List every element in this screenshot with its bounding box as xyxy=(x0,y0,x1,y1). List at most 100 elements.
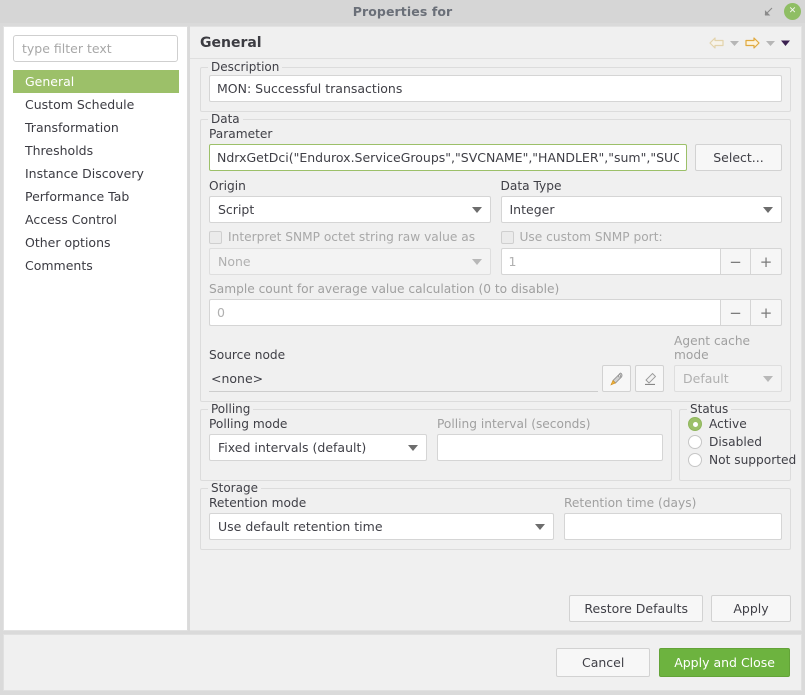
apply-and-close-button[interactable]: Apply and Close xyxy=(659,648,790,677)
dialog-footer: Cancel Apply and Close xyxy=(3,634,802,691)
origin-datatype-row: Origin Script Data Type Integer xyxy=(209,179,782,223)
parameter-row: Select... xyxy=(209,144,782,171)
page-action-buttons: Restore Defaults Apply xyxy=(569,595,791,622)
source-node-input[interactable]: <none> xyxy=(209,365,598,392)
filter-container xyxy=(4,27,187,62)
storage-group: Storage Retention mode Use default reten… xyxy=(200,481,791,550)
chevron-down-icon xyxy=(471,258,482,265)
status-option-disabled[interactable]: Disabled xyxy=(688,435,782,449)
polling-status-row: Polling Polling mode Fixed intervals (de… xyxy=(200,402,796,488)
main-panel: General Description MON: Successful tran… xyxy=(190,26,802,631)
agent-cache-mode-combo[interactable]: Default xyxy=(674,365,782,392)
polling-group-title: Polling xyxy=(208,402,254,416)
chevron-down-icon xyxy=(763,206,773,213)
data-type-value: Integer xyxy=(509,202,555,217)
polling-group: Polling Polling mode Fixed intervals (de… xyxy=(200,402,672,481)
view-menu-chevron-down-icon[interactable] xyxy=(780,39,791,47)
status-option-not-supported[interactable]: Not supported xyxy=(688,453,796,467)
back-arrow-icon[interactable] xyxy=(708,36,725,50)
page-navigation xyxy=(708,36,791,50)
data-group-title: Data xyxy=(208,112,243,126)
sample-count-input[interactable]: 0 xyxy=(209,299,720,326)
filter-input[interactable] xyxy=(13,35,178,62)
title-bar: Properties for xyxy=(0,0,805,23)
status-radio-disabled[interactable] xyxy=(688,435,702,449)
forward-arrow-icon[interactable] xyxy=(744,36,761,50)
sidebar-item-general[interactable]: General xyxy=(13,70,179,93)
chevron-down-icon xyxy=(763,375,773,382)
storage-fields-row: Retention mode Use default retention tim… xyxy=(209,496,782,540)
rocket-select-node-icon[interactable] xyxy=(602,365,631,392)
sidebar-item-custom-schedule[interactable]: Custom Schedule xyxy=(4,93,187,116)
polling-interval-label: Polling interval (seconds) xyxy=(437,417,591,431)
forward-history-chevron-down-icon[interactable] xyxy=(765,39,776,47)
snmp-port-decrement-button[interactable]: − xyxy=(720,248,751,275)
status-group-title: Status xyxy=(687,402,732,416)
sidebar-item-access-control[interactable]: Access Control xyxy=(4,208,187,231)
snmp-octet-format-combo[interactable]: None xyxy=(209,248,491,275)
snmp-values-row: None 1 − + xyxy=(209,248,782,275)
snmp-port-checkbox[interactable] xyxy=(500,230,514,244)
sidebar-item-comments[interactable]: Comments xyxy=(4,254,187,277)
polling-mode-label: Polling mode xyxy=(209,417,288,431)
sample-count-increment-button[interactable]: + xyxy=(751,299,782,326)
parameter-label: Parameter xyxy=(209,127,273,141)
sidebar-item-other-options[interactable]: Other options xyxy=(4,231,187,254)
status-label-active: Active xyxy=(709,417,747,431)
window-controls xyxy=(761,0,801,23)
storage-group-title: Storage xyxy=(208,481,261,495)
polling-mode-value: Fixed intervals (default) xyxy=(218,440,367,455)
snmp-port-checkbox-row[interactable]: Use custom SNMP port: xyxy=(500,230,783,244)
retention-time-input[interactable] xyxy=(564,513,782,540)
snmp-port-increment-button[interactable]: + xyxy=(751,248,782,275)
sidebar-item-performance-tab[interactable]: Performance Tab xyxy=(4,185,187,208)
sidebar-item-instance-discovery[interactable]: Instance Discovery xyxy=(4,162,187,185)
retention-time-label: Retention time (days) xyxy=(564,496,697,510)
sample-count-decrement-button[interactable]: − xyxy=(720,299,751,326)
retention-mode-combo[interactable]: Use default retention time xyxy=(209,513,554,540)
chevron-down-icon xyxy=(408,444,418,451)
origin-combo[interactable]: Script xyxy=(209,196,491,223)
retention-mode-value: Use default retention time xyxy=(218,519,383,534)
agent-cache-mode-value: Default xyxy=(683,371,729,386)
description-group: Description xyxy=(200,60,791,112)
main-header: General xyxy=(190,27,801,59)
back-history-chevron-down-icon[interactable] xyxy=(729,39,740,47)
data-type-label: Data Type xyxy=(500,179,562,193)
origin-value: Script xyxy=(218,202,255,217)
sidebar-item-transformation[interactable]: Transformation xyxy=(4,116,187,139)
snmp-port-input[interactable]: 1 xyxy=(500,248,720,275)
status-option-active[interactable]: Active xyxy=(688,417,782,431)
sidebar-nav-list: General Custom Schedule Transformation T… xyxy=(4,70,187,277)
eraser-clear-icon[interactable] xyxy=(635,365,664,392)
sidebar: General Custom Schedule Transformation T… xyxy=(3,26,188,631)
restore-defaults-button[interactable]: Restore Defaults xyxy=(569,595,703,622)
status-label-not-supported: Not supported xyxy=(709,453,797,467)
snmp-octet-format-value: None xyxy=(218,254,251,269)
data-group: Data Parameter Select... Origin Script xyxy=(200,112,791,402)
parameter-select-button[interactable]: Select... xyxy=(695,144,782,171)
status-label-disabled: Disabled xyxy=(709,435,762,449)
sample-count-spinner: 0 − + xyxy=(209,299,782,326)
snmp-octet-checkbox[interactable] xyxy=(209,230,222,244)
snmp-octet-checkbox-row[interactable]: Interpret SNMP octet string raw value as xyxy=(209,230,491,244)
status-group: Status Active Disabled Not supported xyxy=(679,402,796,481)
agent-cache-mode-label: Agent cache mode xyxy=(674,334,751,362)
description-input[interactable] xyxy=(209,75,782,102)
snmp-port-label: Use custom SNMP port: xyxy=(519,230,663,244)
snmp-port-spinner: 1 − + xyxy=(500,248,782,275)
polling-interval-input[interactable] xyxy=(437,434,663,461)
polling-fields-row: Polling mode Fixed intervals (default) P… xyxy=(209,417,663,461)
cancel-button[interactable]: Cancel xyxy=(556,648,651,677)
source-node-label: Source node xyxy=(209,348,286,362)
chevron-down-icon xyxy=(471,206,482,213)
data-type-combo[interactable]: Integer xyxy=(500,196,782,223)
polling-mode-combo[interactable]: Fixed intervals (default) xyxy=(209,434,427,461)
parameter-input[interactable] xyxy=(209,144,687,171)
restore-window-icon[interactable] xyxy=(761,5,775,19)
apply-button[interactable]: Apply xyxy=(711,595,791,622)
status-radio-active[interactable] xyxy=(688,417,702,431)
close-icon[interactable] xyxy=(784,3,801,20)
status-radio-not-supported[interactable] xyxy=(688,453,702,467)
sidebar-item-thresholds[interactable]: Thresholds xyxy=(4,139,187,162)
